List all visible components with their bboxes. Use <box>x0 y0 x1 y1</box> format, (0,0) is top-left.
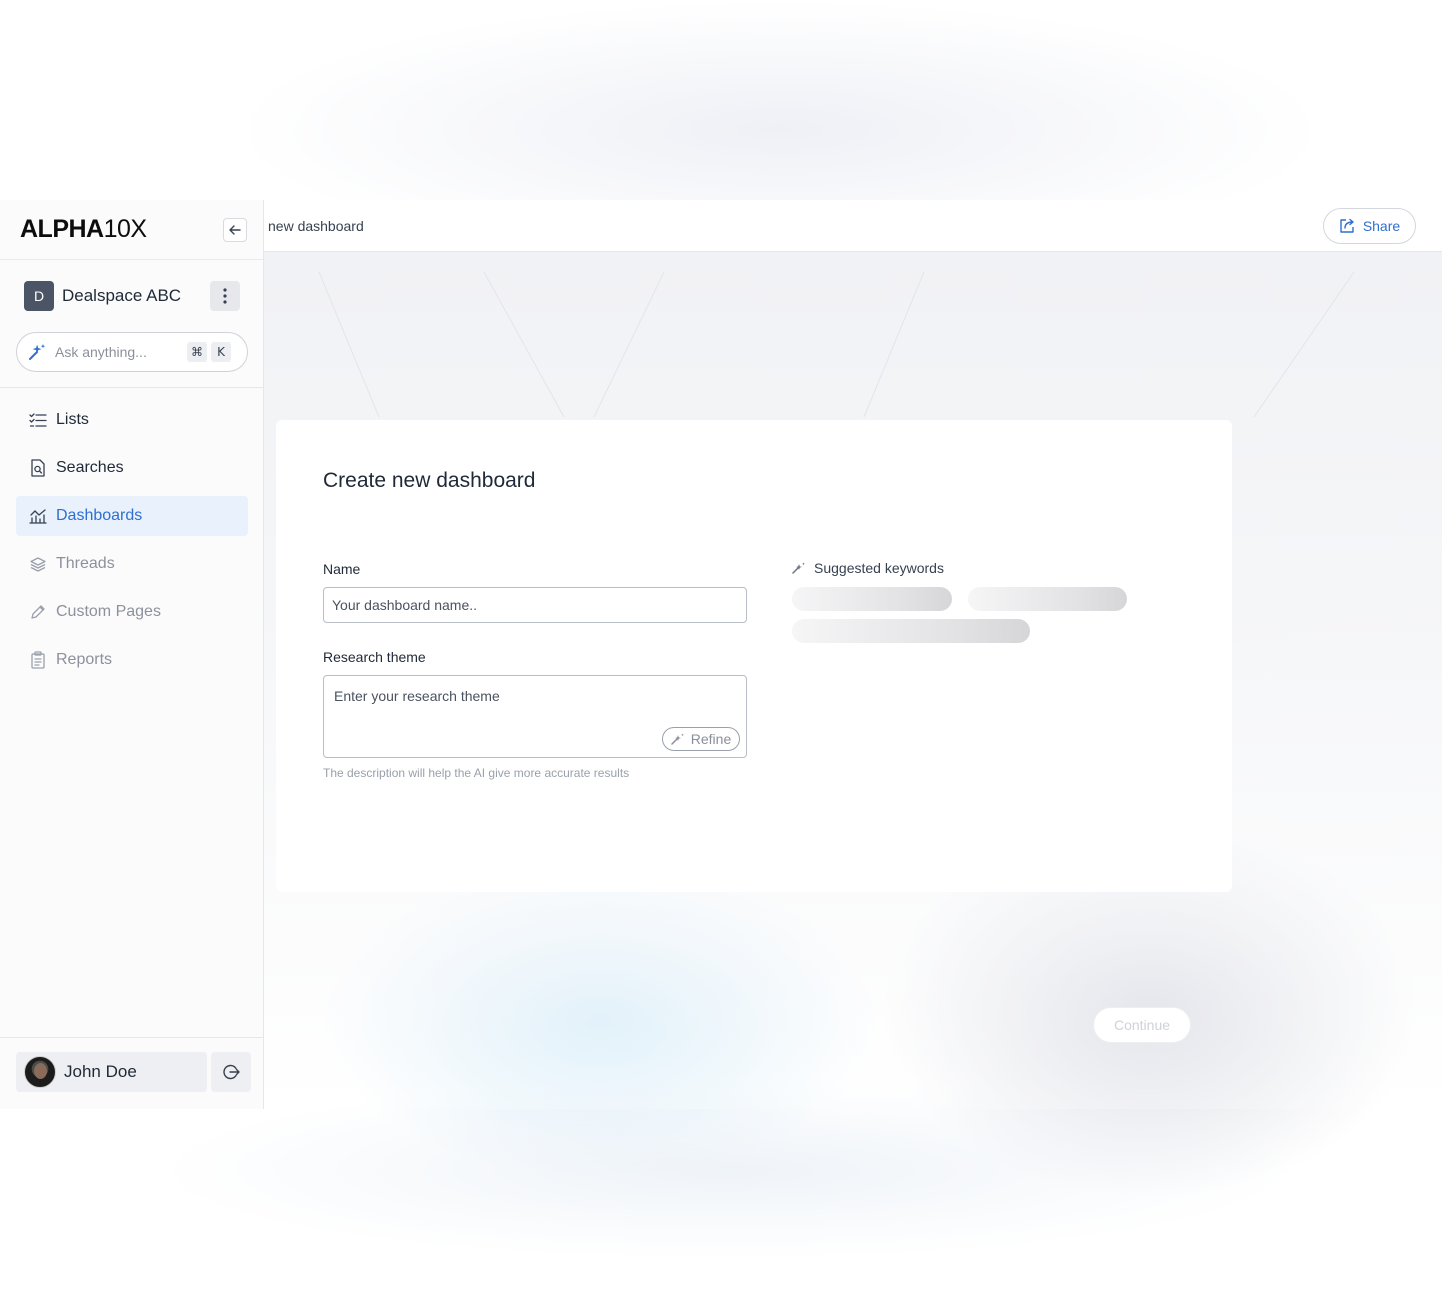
avatar <box>24 1056 56 1088</box>
layers-icon <box>28 554 48 574</box>
sidebar-item-dashboards[interactable]: Dashboards <box>16 496 248 536</box>
arrow-left-icon <box>229 224 241 235</box>
sidebar-item-label: Threads <box>56 555 115 572</box>
sidebar-item-searches[interactable]: Searches <box>16 448 248 488</box>
sparkle-icon <box>29 344 46 360</box>
refine-button[interactable]: Refine <box>662 727 740 751</box>
chart-line-icon <box>28 506 48 526</box>
workspace-more-button[interactable] <box>210 281 240 311</box>
breadcrumb: new dashboard <box>268 217 364 234</box>
shortcut-cmd-key: ⌘ <box>187 342 207 362</box>
dashboard-name-input[interactable] <box>323 587 747 623</box>
name-label: Name <box>323 561 361 577</box>
refine-label: Refine <box>690 731 732 747</box>
keyword-skeleton <box>792 587 952 611</box>
share-icon <box>1339 218 1355 234</box>
workspace-name: Dealspace ABC <box>62 286 182 305</box>
user-profile-button[interactable]: John Doe <box>16 1052 207 1092</box>
suggested-keywords-label: Suggested keywords <box>814 560 944 576</box>
suggested-keywords-heading: Suggested keywords <box>792 560 944 576</box>
helper-text: The description will help the AI give mo… <box>323 766 630 780</box>
sidebar-header: ALPHA10X <box>0 200 263 260</box>
sidebar-item-custom-pages[interactable]: Custom Pages <box>16 592 248 632</box>
sidebar-item-label: Dashboards <box>56 507 143 524</box>
share-label: Share <box>1362 218 1401 234</box>
list-check-icon <box>28 410 48 430</box>
page-title: Create new dashboard <box>323 469 536 492</box>
collapse-sidebar-button[interactable] <box>223 217 247 242</box>
sidebar-item-reports[interactable]: Reports <box>16 640 248 680</box>
user-footer: John Doe <box>0 1037 263 1109</box>
brand-logo: ALPHA10X <box>20 215 147 243</box>
app-window: ALPHA10X D Dealspace ABC Ask anything...… <box>0 200 1442 1109</box>
sidebar-item-threads[interactable]: Threads <box>16 544 248 584</box>
logout-button[interactable] <box>211 1052 251 1092</box>
sidebar-item-label: Lists <box>56 411 89 428</box>
document-search-icon <box>28 458 48 478</box>
sidebar: ALPHA10X D Dealspace ABC Ask anything...… <box>0 200 264 1109</box>
sidebar-item-label: Custom Pages <box>56 603 161 620</box>
research-theme-field: Refine <box>323 675 747 758</box>
workspace-switcher[interactable]: D Dealspace ABC <box>24 281 240 311</box>
share-button[interactable]: Share <box>1323 208 1416 244</box>
ask-anything-input[interactable] <box>55 344 183 360</box>
user-name: John Doe <box>64 1062 137 1081</box>
sparkle-icon <box>792 562 806 574</box>
ask-anything-search[interactable]: ⌘ K <box>16 332 248 372</box>
sidebar-item-label: Searches <box>56 459 124 476</box>
top-bar: new dashboard Share <box>264 200 1442 252</box>
logout-icon <box>223 1064 240 1080</box>
workspace-badge: D <box>24 281 54 311</box>
create-dashboard-card: Create new dashboard Name Research theme… <box>276 420 1232 1043</box>
sparkle-icon <box>671 733 685 745</box>
keyword-skeleton <box>792 619 1030 643</box>
sidebar-item-lists[interactable]: Lists <box>16 400 248 440</box>
shortcut-k-key: K <box>211 342 231 362</box>
research-theme-input[interactable] <box>324 676 746 724</box>
pencil-icon <box>28 602 48 622</box>
research-theme-label: Research theme <box>323 649 426 665</box>
keyword-skeleton <box>968 587 1127 611</box>
sidebar-divider <box>0 387 263 388</box>
sidebar-item-label: Reports <box>56 651 113 668</box>
continue-button[interactable]: Continue <box>1093 1007 1191 1043</box>
sidebar-nav: Lists Searches Dashboards Threads Custom… <box>16 400 248 688</box>
clipboard-icon <box>28 650 48 670</box>
more-vertical-icon <box>223 288 227 304</box>
